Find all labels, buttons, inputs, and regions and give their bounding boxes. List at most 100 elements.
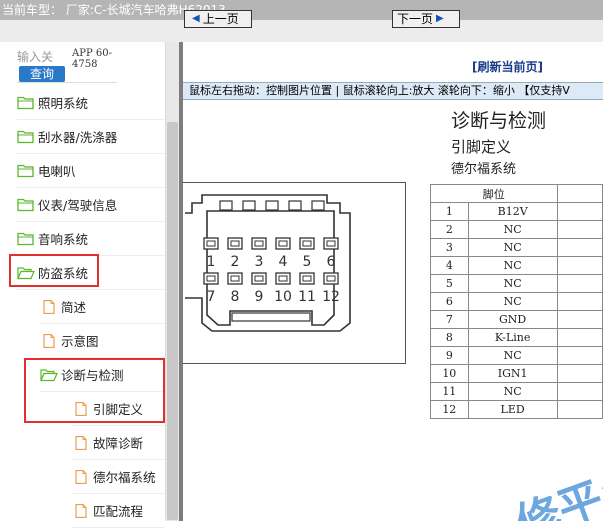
pin-extra-cell — [556, 292, 603, 311]
table-row: 5 NC — [430, 274, 603, 293]
connector-pin — [323, 272, 339, 285]
pin-number-cell: 2 — [430, 220, 469, 239]
tree-item-matching-process[interactable]: 匹配流程 — [72, 494, 165, 528]
arrow-right-icon: ▶ — [436, 13, 444, 24]
pin-number-cell: 6 — [430, 292, 469, 311]
table-row: 11 NC — [430, 382, 603, 401]
pin-number-cell: 11 — [430, 382, 469, 401]
tree-item-schematic[interactable]: 示意图 — [40, 324, 165, 358]
pin-definition-table: 脚位 1 B12V 2 NC 3 NC 4 NC 5 NC 6 NC 7 GND 8 K-Line 9 NC 10 I… — [430, 184, 603, 419]
tree-item-label: 照明系统 — [38, 96, 89, 111]
pin-number-cell: 7 — [430, 310, 469, 329]
highlight-box-antitheft — [9, 254, 99, 287]
table-header-blank — [556, 184, 603, 203]
pin-name-cell: NC — [467, 346, 558, 365]
watermark: 修平台 — [509, 457, 603, 521]
file-icon — [40, 333, 58, 348]
next-page-button[interactable]: 下一页 ▶ — [392, 10, 460, 28]
pin-extra-cell — [556, 274, 603, 293]
table-row: 6 NC — [430, 292, 603, 311]
connector-pin-number: 1 — [207, 254, 216, 270]
connector-pin-number: 3 — [255, 254, 264, 270]
connector-pin-number: 5 — [303, 254, 312, 270]
search-input[interactable]: 输入关 — [17, 48, 53, 65]
connector-pin-number: 6 — [327, 254, 336, 270]
pin-extra-cell — [556, 346, 603, 365]
scrollbar-thumb[interactable] — [167, 122, 178, 520]
tree-item-label: 电喇叭 — [38, 164, 76, 179]
search-button[interactable]: 查询 — [19, 66, 65, 82]
pin-extra-cell — [556, 202, 603, 221]
hint-text: 鼠标左右拖动：控制图片位置 | 鼠标滚轮向上:放大 滚轮向下：缩小 【仅支持V — [189, 84, 570, 97]
tree-item-label: 简述 — [61, 300, 87, 315]
pin-extra-cell — [556, 364, 603, 383]
connector-pin-number: 11 — [298, 289, 316, 305]
connector-pin-number: 12 — [322, 289, 340, 305]
tree-item-fault-diagnosis[interactable]: 故障诊断 — [72, 426, 165, 460]
tree-item-label: 刮水器/洗涤器 — [38, 130, 118, 145]
file-icon — [72, 503, 90, 518]
refresh-page-link[interactable]: [刷新当前页] — [472, 58, 543, 75]
pin-name-cell: NC — [467, 238, 558, 257]
connector-pin — [203, 272, 219, 285]
tree-item-instrument[interactable]: 仪表/驾驶信息 — [17, 188, 165, 222]
pin-number-cell: 12 — [430, 400, 469, 419]
file-icon — [72, 435, 90, 450]
next-page-label: 下一页 — [397, 12, 434, 26]
table-row: 4 NC — [430, 256, 603, 275]
connector-pin — [275, 272, 291, 285]
doc-title: 诊断与检测 — [451, 110, 547, 132]
tree-item-horn[interactable]: 电喇叭 — [17, 154, 165, 188]
search-divider — [17, 82, 117, 83]
connector-pin — [275, 237, 291, 250]
pin-name-cell: NC — [467, 292, 558, 311]
tree-item-label: 示意图 — [61, 334, 99, 349]
folder-icon — [17, 164, 35, 178]
table-row: 2 NC — [430, 220, 603, 239]
pin-number-cell: 9 — [430, 346, 469, 365]
connector-diagram: 1 2 3 4 5 67 8 9 10 11 12 — [185, 194, 351, 332]
tree-item-overview[interactable]: 简述 — [40, 290, 165, 324]
pin-name-cell: NC — [467, 256, 558, 275]
folder-icon — [17, 198, 35, 212]
connector-pin-number: 8 — [231, 289, 240, 305]
connector-pin — [251, 237, 267, 250]
pin-name-cell: K-Line — [467, 328, 558, 347]
connector-pin-number: 4 — [279, 254, 288, 270]
table-row: 7 GND — [430, 310, 603, 329]
prev-page-button[interactable]: ◀ 上一页 — [184, 10, 252, 28]
table-header-row: 脚位 — [430, 184, 603, 203]
tree-item-label: 匹配流程 — [93, 504, 144, 519]
pin-number-cell: 3 — [430, 238, 469, 257]
pin-name-cell: NC — [467, 382, 558, 401]
pin-name-cell: LED — [467, 400, 558, 419]
connector-pin — [323, 237, 339, 250]
connector-pins: 1 2 3 4 5 67 8 9 10 11 12 — [203, 237, 340, 305]
connector-diagram-frame: 1 2 3 4 5 6 7 8 9 10 11 12 — [183, 182, 406, 364]
tree-item-label: 德尔福系统 — [93, 470, 156, 485]
app-id-label: APP 60- 4758 — [72, 48, 112, 70]
tree-item-delphi-system[interactable]: 德尔福系统 — [72, 460, 165, 494]
tree-item-label: 仪表/驾驶信息 — [38, 198, 118, 213]
doc-system-name: 德尔福系统 — [451, 162, 517, 177]
tree-item-lighting[interactable]: 照明系统 — [17, 86, 165, 120]
connector-pin — [227, 272, 243, 285]
pin-name-cell: IGN1 — [467, 364, 558, 383]
arrow-left-icon: ◀ — [192, 13, 200, 24]
pin-number-cell: 8 — [430, 328, 469, 347]
pin-number-cell: 10 — [430, 364, 469, 383]
tree-item-wiper-washer[interactable]: 刮水器/洗涤器 — [17, 120, 165, 154]
document-page: 诊断与检测 引脚定义 德尔福系统 1 2 3 4 5 6 7 8 9 10 11 12 脚位 1 B12… — [183, 100, 603, 521]
sidebar-scrollbar[interactable] — [165, 42, 179, 521]
pin-number-cell: 1 — [430, 202, 469, 221]
pin-extra-cell — [556, 310, 603, 329]
folder-icon — [17, 130, 35, 144]
file-icon — [72, 469, 90, 484]
tree-item-audio[interactable]: 音响系统 — [17, 222, 165, 256]
table-header-pin: 脚位 — [430, 184, 558, 203]
folder-icon — [17, 96, 35, 110]
prev-page-label: 上一页 — [202, 12, 239, 26]
connector-pin — [203, 237, 219, 250]
pin-extra-cell — [556, 400, 603, 419]
toolbar-area — [0, 20, 603, 42]
